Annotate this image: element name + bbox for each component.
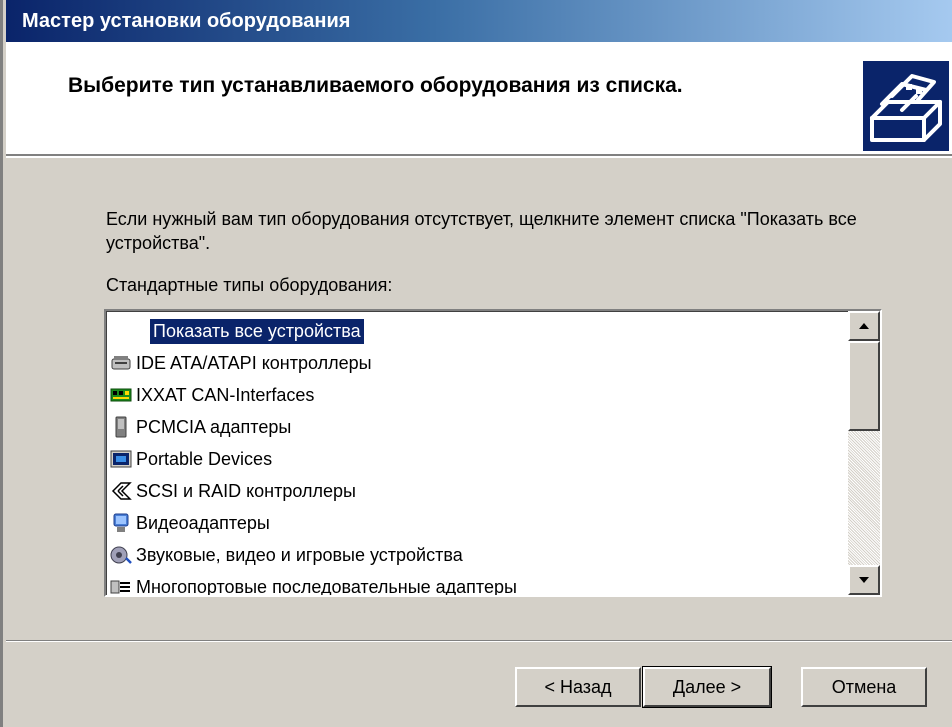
scroll-up-button[interactable] [848, 311, 880, 341]
list-item-label: Видеоадаптеры [136, 512, 270, 533]
cancel-button[interactable]: Отмена [801, 667, 927, 707]
sound-icon [110, 544, 132, 566]
pcmcia-icon [110, 416, 132, 438]
list-label: Стандартные типы оборудования: [106, 275, 393, 295]
footer-divider-highlight [6, 641, 952, 642]
list-item-label: IXXAT CAN-Interfaces [136, 384, 315, 405]
scroll-thumb[interactable] [848, 341, 880, 431]
list-item-pcmcia[interactable]: PCMCIA адаптеры [110, 411, 848, 443]
header-divider [6, 156, 952, 158]
scroll-down-button[interactable] [848, 565, 880, 595]
title-bar[interactable]: Мастер установки оборудования [6, 0, 952, 42]
arrow-down-icon [859, 577, 869, 583]
ide-controller-icon [110, 352, 132, 374]
back-button[interactable]: < Назад [515, 667, 641, 707]
list-item-label: SCSI и RAID контроллеры [136, 480, 356, 501]
scsi-icon [110, 480, 132, 502]
list-item-label: PCMCIA адаптеры [136, 416, 292, 437]
multiport-icon [110, 576, 132, 595]
video-adapter-icon [110, 512, 132, 534]
list-item-ide[interactable]: IDE ATA/ATAPI контроллеры [110, 347, 848, 379]
list-item-portable[interactable]: Portable Devices [110, 443, 848, 475]
list-item-can[interactable]: IXXAT CAN-Interfaces [110, 379, 848, 411]
next-button[interactable]: Далее > [642, 666, 772, 708]
list-item-label: IDE ATA/ATAPI контроллеры [136, 352, 372, 373]
list-item-video[interactable]: Видеоадаптеры [110, 507, 848, 539]
list-item-multiport[interactable]: Многопортовые последовательные адаптеры [110, 571, 848, 597]
list-item-label: Показать все устройства [149, 317, 365, 345]
wizard-header: Выберите тип устанавливаемого оборудован… [6, 42, 952, 156]
list-item-scsi[interactable]: SCSI и RAID контроллеры [110, 475, 848, 507]
list-item-label: Portable Devices [136, 448, 273, 469]
header-title: Выберите тип устанавливаемого оборудован… [68, 74, 683, 97]
list-item-label: Звуковые, видео и игровые устройства [136, 544, 463, 565]
list-item-label: Многопортовые последовательные адаптеры [136, 576, 517, 597]
list-item-sound[interactable]: Звуковые, видео и игровые устройства [110, 539, 848, 571]
list-items: Показать все устройства IDE ATA/ATAPI ко… [110, 315, 848, 597]
portable-device-icon [110, 448, 132, 470]
instruction-text: Если нужный вам тип оборудования отсутст… [106, 209, 857, 253]
can-interface-icon [110, 384, 132, 406]
list-scrollbar[interactable] [848, 311, 880, 595]
arrow-up-icon [859, 323, 869, 329]
list-item-show-all[interactable]: Показать все устройства [110, 315, 848, 347]
wizard-window: Мастер установки оборудования Выберите т… [0, 0, 952, 727]
hardware-install-icon [862, 60, 950, 152]
hardware-type-list[interactable]: Показать все устройства IDE ATA/ATAPI ко… [104, 309, 882, 597]
